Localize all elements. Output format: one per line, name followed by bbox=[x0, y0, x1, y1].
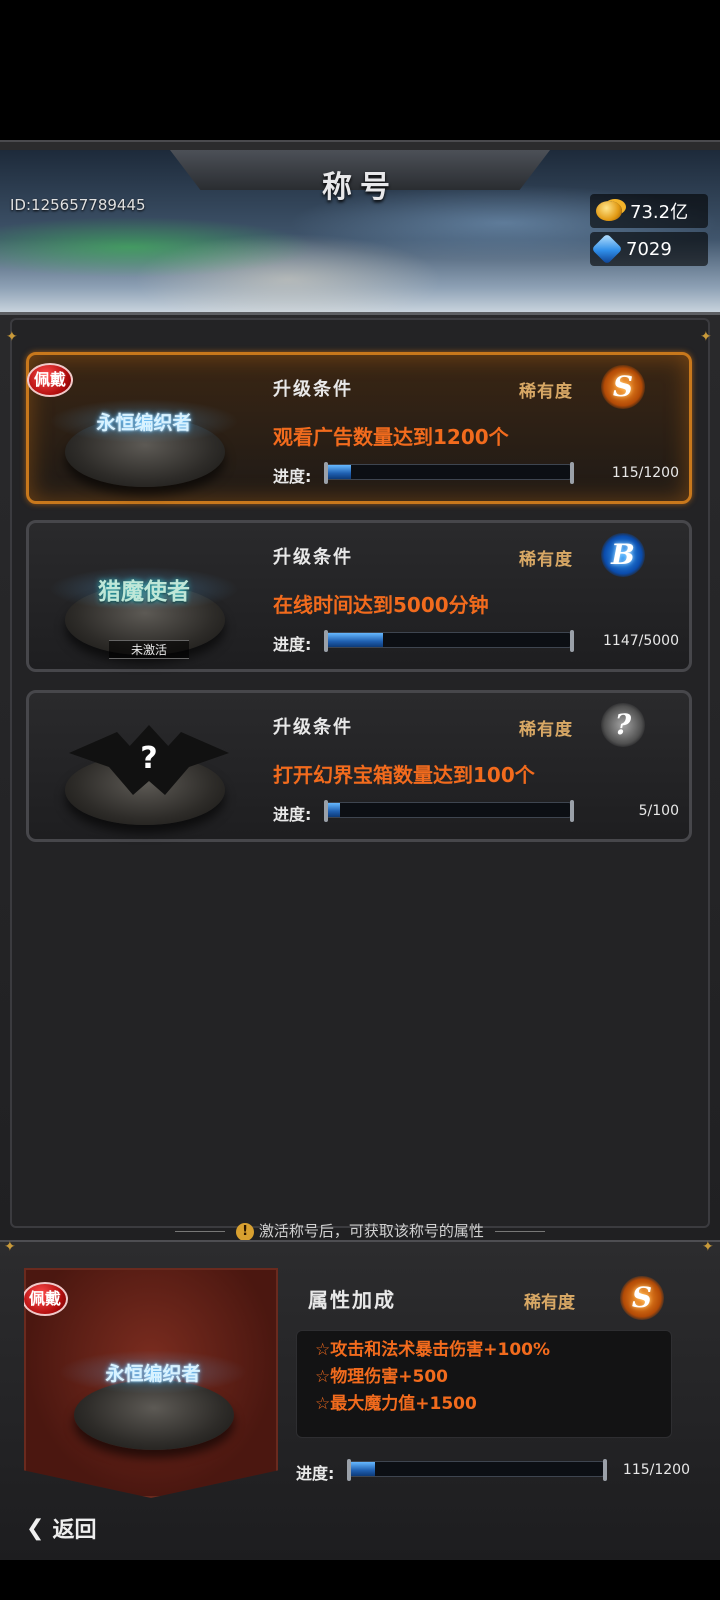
progress-fill bbox=[328, 633, 384, 647]
corner-ornament-icon: ✦ bbox=[702, 1239, 714, 1255]
player-id: ID:125657789445 bbox=[10, 196, 146, 214]
attribute-item: ☆攻击和法术暴击伤害+100% bbox=[315, 1340, 551, 1360]
back-button[interactable]: ❮ 返回 bbox=[26, 1512, 96, 1544]
title-card-eternal-weaver[interactable]: 永恒编织者 佩戴 升级条件 稀有度 S 观看广告数量达到1200个 进度: 11… bbox=[26, 352, 692, 504]
progress-value: 115/1200 bbox=[622, 1462, 690, 1478]
title-badge: 永恒编织者 bbox=[58, 1350, 248, 1394]
progress-value: 115/1200 bbox=[611, 465, 679, 481]
title-preview-banner: 永恒编织者 佩戴 bbox=[24, 1268, 278, 1498]
rarity-b-icon: B bbox=[601, 533, 645, 577]
back-arrow-icon: ❮ bbox=[26, 1515, 45, 1541]
progress-fill bbox=[328, 803, 341, 817]
warning-icon: ! bbox=[236, 1222, 255, 1241]
title-card-demon-hunter[interactable]: 猎魔使者 未激活 升级条件 稀有度 B 在线时间达到5000分钟 进度: 114… bbox=[26, 520, 692, 672]
rarity-label: 稀有度 bbox=[519, 720, 573, 740]
progress-fill bbox=[328, 465, 352, 479]
rarity-unknown-icon: ? bbox=[601, 703, 645, 747]
rarity-label: 稀有度 bbox=[524, 1293, 575, 1313]
hint-text: 激活称号后，可获取该称号的属性 bbox=[258, 1222, 484, 1240]
rarity-s-icon: S bbox=[620, 1276, 664, 1320]
progress-label: 进度: bbox=[273, 467, 312, 486]
corner-ornament-icon: ✦ bbox=[700, 329, 712, 345]
progress-label: 进度: bbox=[273, 635, 312, 654]
condition-text: 在线时间达到5000分钟 bbox=[273, 593, 489, 617]
gem-counter[interactable]: 7029 bbox=[590, 232, 708, 266]
inactive-tag: 未激活 bbox=[109, 640, 189, 659]
title-badge: 猎魔使者 bbox=[49, 567, 239, 611]
equipped-badge: 佩戴 bbox=[24, 1282, 68, 1316]
progress-value: 5/100 bbox=[638, 803, 679, 819]
corner-ornament-icon: ✦ bbox=[6, 329, 18, 345]
progress-bar bbox=[324, 630, 574, 652]
hint-divider bbox=[494, 1231, 545, 1232]
activation-hint: ! 激活称号后，可获取该称号的属性 bbox=[140, 1220, 580, 1241]
progress-fill bbox=[351, 1462, 376, 1476]
attribute-list: ☆攻击和法术暴击伤害+100% ☆物理伤害+500 ☆最大魔力值+1500 bbox=[296, 1330, 672, 1438]
progress-bar bbox=[324, 462, 574, 484]
condition-label: 升级条件 bbox=[273, 717, 353, 738]
gold-amount: 73.2亿 bbox=[630, 202, 689, 223]
progress-bar bbox=[324, 800, 574, 822]
gold-counter[interactable]: 73.2亿 bbox=[590, 194, 708, 228]
progress-bar bbox=[347, 1459, 607, 1481]
attribute-item: ☆最大魔力值+1500 bbox=[315, 1394, 477, 1414]
progress-label: 进度: bbox=[273, 805, 312, 824]
attribute-bonus-title: 属性加成 bbox=[308, 1288, 396, 1312]
mystery-title-mark: ? bbox=[140, 741, 158, 776]
gold-coin-icon bbox=[596, 201, 622, 221]
title-badge: 永恒编织者 bbox=[49, 399, 239, 443]
gem-icon bbox=[591, 233, 623, 265]
title-card-mystery[interactable]: ? 升级条件 稀有度 ? 打开幻界宝箱数量达到100个 进度: 5/100 bbox=[26, 690, 692, 842]
hint-divider bbox=[175, 1231, 226, 1232]
attribute-item: ☆物理伤害+500 bbox=[315, 1367, 448, 1387]
condition-text: 打开幻界宝箱数量达到100个 bbox=[273, 763, 535, 787]
equipped-badge: 佩戴 bbox=[27, 363, 73, 397]
corner-ornament-icon: ✦ bbox=[4, 1239, 16, 1255]
condition-label: 升级条件 bbox=[273, 547, 353, 568]
condition-text: 观看广告数量达到1200个 bbox=[273, 425, 509, 449]
back-label: 返回 bbox=[52, 1518, 97, 1543]
rarity-label: 稀有度 bbox=[519, 550, 573, 570]
condition-label: 升级条件 bbox=[273, 379, 353, 400]
rarity-label: 稀有度 bbox=[519, 382, 573, 402]
progress-label: 进度: bbox=[296, 1464, 335, 1483]
rarity-s-icon: S bbox=[601, 365, 645, 409]
progress-value: 1147/5000 bbox=[603, 633, 679, 649]
gem-amount: 7029 bbox=[626, 238, 672, 260]
